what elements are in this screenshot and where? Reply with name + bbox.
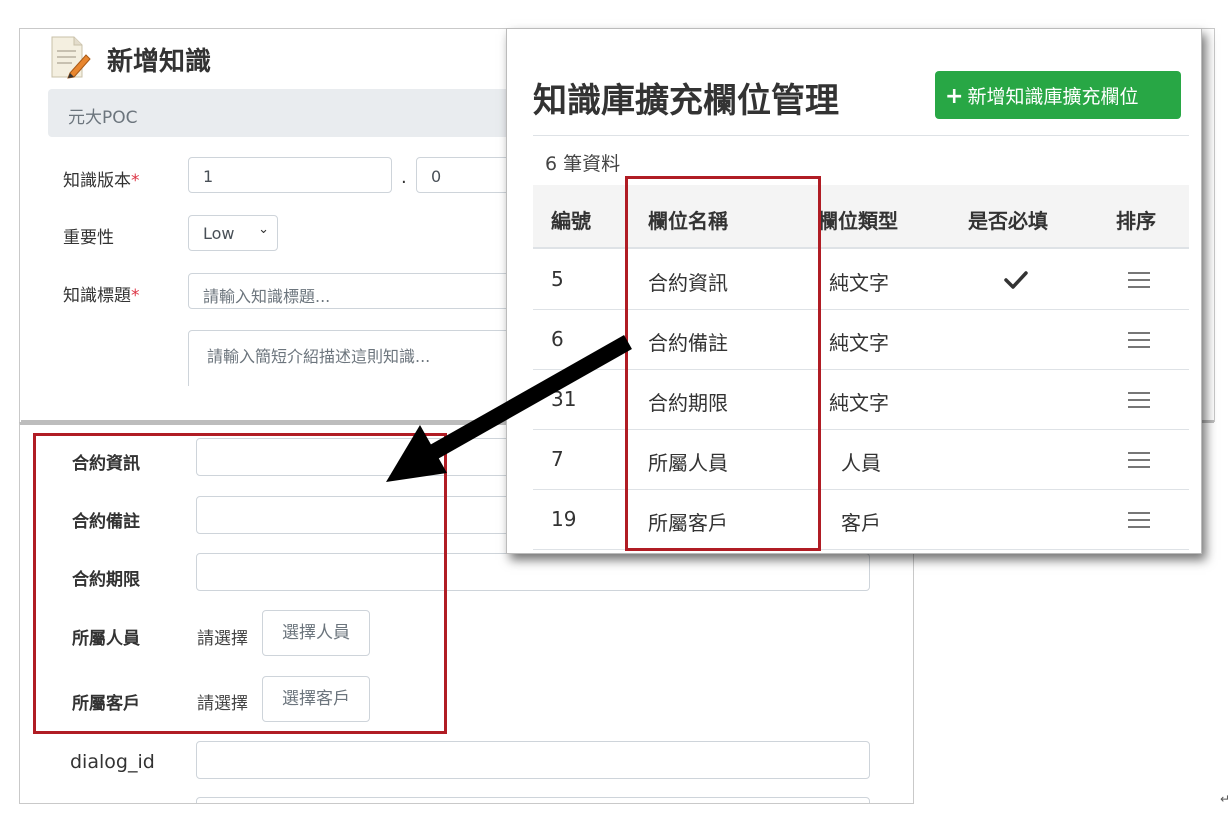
arrow-icon (386, 335, 632, 482)
paragraph-mark: ↵ (1220, 792, 1229, 806)
